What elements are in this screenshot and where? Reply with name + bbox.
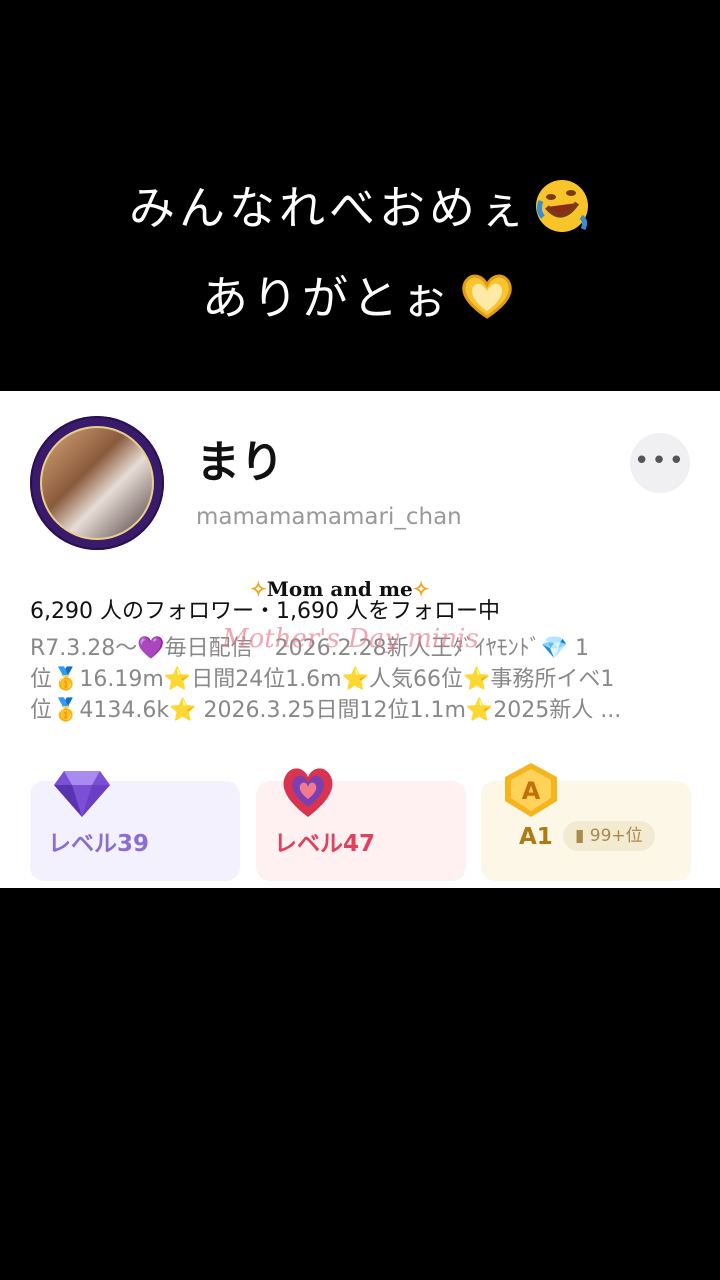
svg-text:A: A — [522, 777, 541, 805]
mom-and-me-sticker: ✧Mom and me✧ — [250, 577, 429, 601]
rank-position-text: 99+位 — [589, 826, 643, 846]
rofl-emoji-icon — [533, 177, 591, 246]
profile-name: まり — [196, 437, 284, 488]
more-options-button[interactable]: ••• — [630, 433, 690, 493]
level-label: レベル39 — [48, 831, 150, 857]
more-icon: ••• — [633, 446, 686, 476]
heart-hands-emoji-icon — [456, 271, 518, 332]
mothers-day-watermark: Mother's Day minis — [222, 624, 479, 654]
diamond-icon — [54, 771, 110, 817]
bio-line: 位🥇4134.6k⭐ 2026.3.25日間12位1.1m⭐2025新人 ... — [30, 698, 622, 723]
profile-handle: mamamamamari_chan — [196, 504, 462, 530]
sparkle-icon: ✧ — [412, 577, 430, 601]
mom-and-me-text: Mom and me — [266, 577, 413, 601]
a-rank-icon: A — [505, 763, 557, 817]
rank-label: A1 — [519, 824, 553, 850]
level-badge-heart[interactable]: レベル47 — [256, 768, 466, 881]
avatar-photo — [40, 426, 154, 540]
bio-line: 位🥇16.19m⭐日間24位1.6m⭐人気66位⭐事務所イベ1 — [30, 667, 615, 692]
caption-line-2: ありがとぉ — [0, 262, 720, 332]
bar-chart-icon: ▮ — [575, 826, 585, 846]
level-label: レベル47 — [274, 831, 376, 857]
rank-badge[interactable]: A A1 ▮ 99+位 — [481, 763, 691, 881]
level-badge-diamond[interactable]: レベル39 — [30, 771, 240, 881]
rank-position: ▮ 99+位 — [563, 821, 655, 851]
caption-line-1: みんなれべおめぇ — [0, 172, 720, 246]
heart-gem-icon — [283, 768, 333, 817]
caption-text-1: みんなれべおめぇ — [129, 181, 529, 235]
profile-card: まり mamamamamari_chan ••• 6,290 人のフォロワー・1… — [0, 391, 720, 888]
avatar[interactable] — [30, 416, 164, 550]
sparkle-icon: ✧ — [250, 577, 267, 601]
caption-text-2: ありがとぉ — [202, 271, 452, 325]
